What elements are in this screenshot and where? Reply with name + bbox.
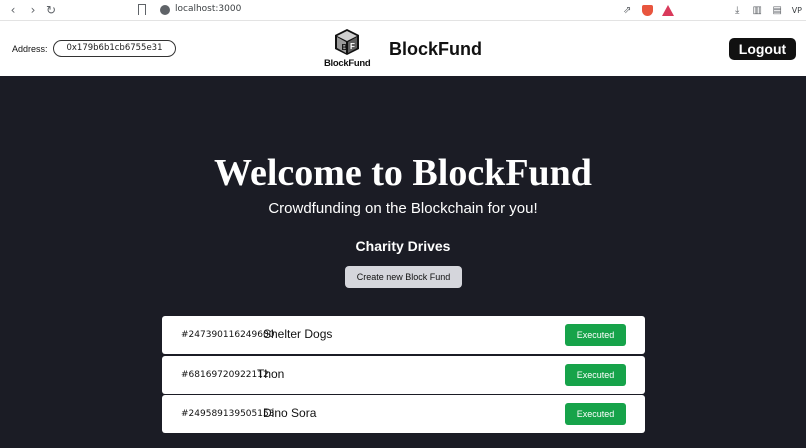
drive-name: Shelter Dogs <box>263 327 333 341</box>
browser-toolbar: ‹ › ↻ localhost:3000 ⇗ ⤓ ▥ ▤ VP <box>0 0 806 21</box>
browser-actions: ⇗ ⤓ ▥ ▤ VP <box>622 2 806 19</box>
svg-text:B: B <box>342 43 348 52</box>
back-icon[interactable]: ‹ <box>6 3 20 17</box>
drive-row[interactable]: #68169720922112 Thon Executed <box>162 356 645 394</box>
bookmark-icon[interactable] <box>138 4 146 15</box>
section-title: Charity Drives <box>355 238 451 254</box>
drive-name: Thon <box>257 367 285 381</box>
brand-title: BlockFund <box>389 39 482 59</box>
drive-row[interactable]: #247390116249600 Shelter Dogs Executed <box>162 316 645 354</box>
share-icon[interactable]: ⇗ <box>622 5 633 16</box>
address-bar[interactable]: localhost:3000 <box>175 4 241 14</box>
logout-button[interactable]: Logout <box>729 38 796 60</box>
svg-text:F: F <box>350 42 355 51</box>
site-info-icon[interactable] <box>160 5 170 15</box>
drive-id: #247390116249600 <box>181 330 275 340</box>
sidebar-icon[interactable]: ▥ <box>752 5 763 16</box>
app-header: Address: 0x179b6b1cb6755e31 B F BlockFun… <box>0 21 806 76</box>
cube-logo-icon: B F <box>335 29 359 55</box>
hero-title: Welcome to BlockFund <box>214 152 592 194</box>
vpn-button[interactable]: VP <box>792 6 802 15</box>
brave-shield-icon[interactable] <box>641 5 653 16</box>
reload-icon[interactable]: ↻ <box>44 3 58 17</box>
drive-name: Dino Sora <box>263 406 317 420</box>
hero-subtitle: Crowdfunding on the Blockchain for you! <box>268 200 538 217</box>
logo-wordmark: BlockFund <box>324 58 371 69</box>
status-badge[interactable]: Executed <box>565 324 626 346</box>
drive-row[interactable]: #249589139505153 Dino Sora Executed <box>162 395 645 433</box>
wallet-address-display: 0x179b6b1cb6755e31 <box>53 40 176 57</box>
status-badge[interactable]: Executed <box>565 364 626 386</box>
blockfund-logo: B F BlockFund <box>324 27 371 73</box>
create-block-fund-button[interactable]: Create new Block Fund <box>345 266 462 288</box>
status-badge[interactable]: Executed <box>565 403 626 425</box>
download-icon[interactable]: ⤓ <box>732 5 743 16</box>
drive-id: #249589139505153 <box>181 409 275 419</box>
brave-rewards-icon[interactable] <box>661 5 674 16</box>
forward-icon[interactable]: › <box>26 3 40 17</box>
address-label: Address: <box>12 44 48 54</box>
drive-id: #68169720922112 <box>181 370 269 380</box>
wallet-icon[interactable]: ▤ <box>772 5 783 16</box>
